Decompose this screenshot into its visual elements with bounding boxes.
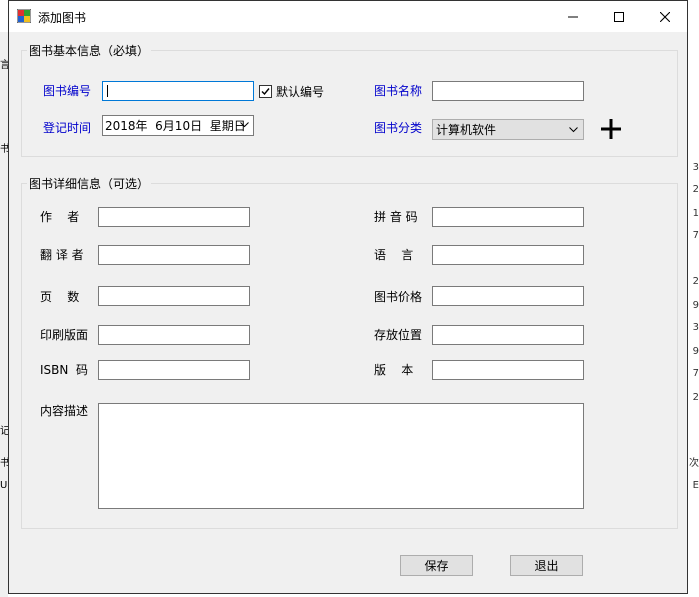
window-title: 添加图书 bbox=[38, 11, 87, 25]
close-icon bbox=[660, 11, 670, 22]
bg-right-digit: 3 bbox=[692, 322, 699, 333]
bg-right-digit: 7 bbox=[692, 230, 699, 241]
register-time-datepicker[interactable]: 2018年 6月10日 星期日 bbox=[102, 115, 254, 136]
language-input[interactable] bbox=[432, 245, 584, 265]
bg-right-digit: 2 bbox=[692, 276, 699, 287]
basic-info-group: 图书基本信息（必填） bbox=[21, 42, 678, 157]
checkbox-box[interactable] bbox=[259, 85, 272, 98]
language-label: 语 言 bbox=[374, 248, 414, 262]
checkmark-icon bbox=[261, 88, 270, 96]
bg-right-digit: 9 bbox=[692, 300, 699, 311]
translator-input[interactable] bbox=[98, 245, 250, 265]
version-label: 版 本 bbox=[374, 363, 414, 377]
edition-print-input[interactable] bbox=[98, 325, 250, 345]
chevron-down-icon bbox=[240, 122, 249, 128]
translator-label: 翻 译 者 bbox=[40, 248, 84, 262]
add-book-dialog: 添加图书 图书基本信息（必填） 图书编号 默认编号 图书名称 登记时间 2018… bbox=[8, 0, 688, 594]
basic-info-title: 图书基本信息（必填） bbox=[27, 42, 152, 59]
book-name-label: 图书名称 bbox=[374, 84, 423, 98]
bg-right-digit: E bbox=[692, 480, 699, 491]
exit-button[interactable]: 退出 bbox=[510, 555, 583, 576]
edition-print-label: 印刷版面 bbox=[40, 328, 89, 342]
detail-info-title: 图书详细信息（可选） bbox=[27, 175, 152, 192]
book-number-label: 图书编号 bbox=[43, 84, 92, 98]
app-icon bbox=[16, 8, 32, 24]
pinyin-label: 拼 音 码 bbox=[374, 210, 418, 224]
register-time-label: 登记时间 bbox=[43, 121, 92, 135]
default-number-label: 默认编号 bbox=[276, 85, 325, 99]
price-label: 图书价格 bbox=[374, 290, 423, 304]
register-time-value: 2018年 6月10日 星期日 bbox=[105, 119, 246, 133]
minimize-button[interactable] bbox=[550, 1, 596, 32]
pinyin-input[interactable] bbox=[432, 207, 584, 227]
maximize-icon bbox=[614, 11, 624, 22]
add-category-button[interactable] bbox=[600, 118, 622, 143]
bg-right-digit: 9 bbox=[692, 346, 699, 357]
bg-right-digit: 7 bbox=[692, 368, 699, 379]
price-input[interactable] bbox=[432, 286, 584, 306]
background-app-right-edge: 3 2 1 7 2 9 3 9 7 2 次 E bbox=[687, 32, 699, 597]
bg-left-char: U bbox=[0, 480, 8, 491]
save-button[interactable]: 保存 bbox=[400, 555, 473, 576]
location-input[interactable] bbox=[432, 325, 584, 345]
title-bar[interactable]: 添加图书 bbox=[9, 1, 687, 32]
bg-right-digit: 3 bbox=[692, 162, 699, 173]
close-button[interactable] bbox=[642, 1, 688, 32]
category-label: 图书分类 bbox=[374, 121, 423, 135]
chevron-down-icon bbox=[569, 127, 578, 133]
pages-label: 页 数 bbox=[40, 290, 80, 304]
plus-icon bbox=[601, 119, 621, 139]
default-number-checkbox[interactable]: 默认编号 bbox=[259, 83, 324, 100]
author-input[interactable] bbox=[98, 207, 250, 227]
book-number-input[interactable] bbox=[102, 81, 254, 101]
bg-right-digit: 2 bbox=[692, 392, 699, 403]
location-label: 存放位置 bbox=[374, 328, 423, 342]
category-value: 计算机软件 bbox=[436, 123, 497, 137]
text-caret bbox=[107, 85, 108, 97]
author-label: 作 者 bbox=[40, 210, 80, 224]
isbn-input[interactable] bbox=[98, 360, 250, 380]
isbn-label: ISBN 码 bbox=[40, 363, 88, 377]
pages-input[interactable] bbox=[98, 286, 250, 306]
version-input[interactable] bbox=[432, 360, 584, 380]
bg-right-digit: 1 bbox=[692, 208, 699, 219]
book-name-input[interactable] bbox=[432, 81, 584, 101]
maximize-button[interactable] bbox=[596, 1, 642, 32]
description-label: 内容描述 bbox=[40, 404, 89, 418]
description-textarea[interactable] bbox=[98, 403, 584, 509]
minimize-icon bbox=[568, 16, 578, 17]
category-select[interactable]: 计算机软件 bbox=[432, 119, 584, 140]
bg-right-digit: 2 bbox=[692, 184, 699, 195]
bg-right-digit: 次 bbox=[689, 458, 699, 469]
background-app-left-edge: 言 书 记 书 U bbox=[0, 32, 10, 597]
